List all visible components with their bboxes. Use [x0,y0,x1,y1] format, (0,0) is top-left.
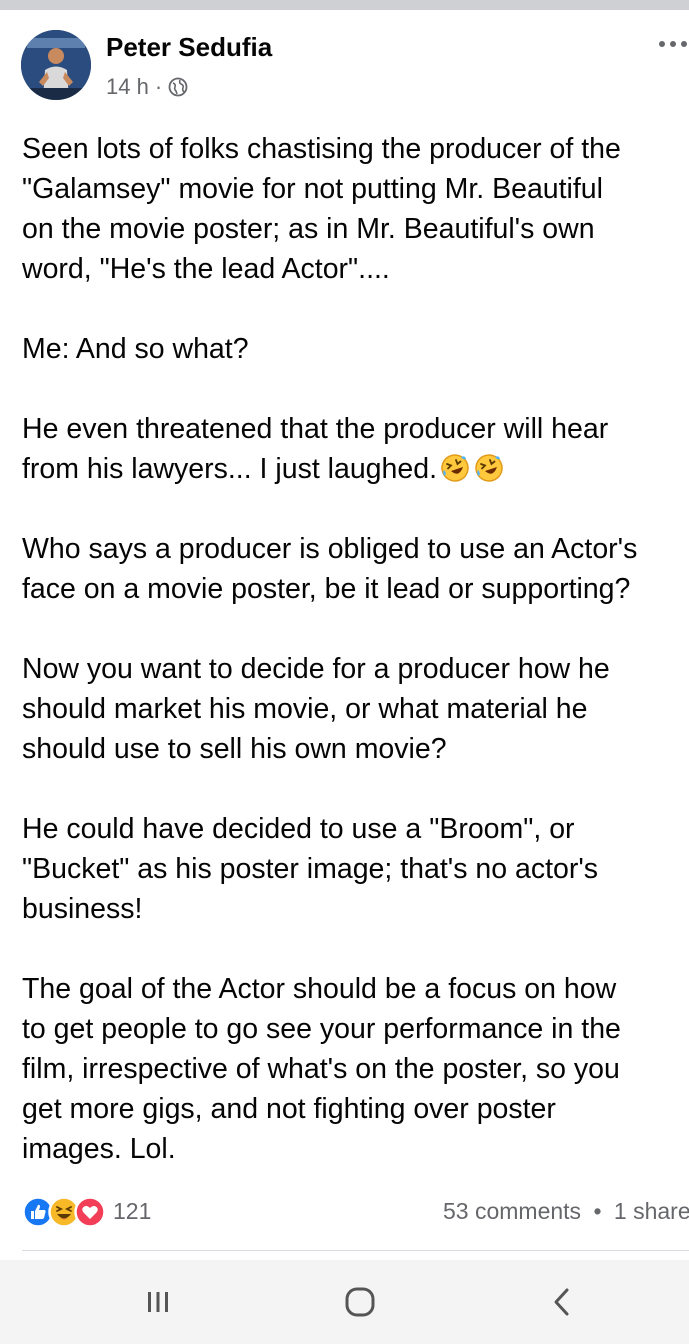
post-text-content: get more gigs, and not fighting over pos… [22,1093,556,1125]
post-text-line: Seen lots of folks chastising the produc… [22,129,689,169]
post-text-content: images. Lol. [22,1133,176,1165]
post-paragraph: Seen lots of folks chastising the produc… [22,129,689,289]
post-text-content: Who says a producer is obliged to use an… [22,533,638,565]
post-text-content: "Bucket" as his poster image; that's no … [22,853,599,885]
post-text-content: film, irrespective of what's on the post… [22,1053,620,1085]
post-text-content: Me: And so what? [22,333,249,365]
post-text-line: "Galamsey" movie for not putting Mr. Bea… [22,169,689,209]
back-icon[interactable] [542,1282,582,1322]
post-text-content: to get people to go see your performance… [22,1013,621,1045]
post-text-content: on the movie poster; as in Mr. Beautiful… [22,213,595,245]
post-text-content: from his lawyers... I just laughed. [22,453,438,485]
feed-separator [0,0,689,10]
post-text-line: He even threatened that the producer wil… [22,409,689,449]
post-text-content: word, "He's the lead Actor".... [22,253,390,285]
post-paragraph: Now you want to decide for a producer ho… [22,649,689,769]
post-text-line: on the movie poster; as in Mr. Beautiful… [22,209,689,249]
post-paragraph: He could have decided to use a "Broom", … [22,809,689,929]
post-text-line: images. Lol. [22,1129,689,1169]
post-paragraph: The goal of the Actor should be a focus … [22,969,689,1169]
post-text-content: Seen lots of folks chastising the produc… [22,133,621,165]
post-meta: 14 h · [106,74,188,100]
post-paragraph: He even threatened that the producer wil… [22,409,689,489]
post-text-line: "Bucket" as his poster image; that's no … [22,849,689,889]
more-options-icon[interactable] [647,36,689,52]
love-icon [74,1196,106,1228]
post-text-line: Now you want to decide for a producer ho… [22,649,689,689]
post-text-line: film, irrespective of what's on the post… [22,1049,689,1089]
post-text-line: He could have decided to use a "Broom", … [22,809,689,849]
post-text-line: business! [22,889,689,929]
post-text-line: Who says a producer is obliged to use an… [22,529,689,569]
post-text-content: "Galamsey" movie for not putting Mr. Bea… [22,173,603,205]
post-text-content: He even threatened that the producer wil… [22,413,609,445]
author-name[interactable]: Peter Sedufia [106,32,272,63]
stats-separator: • [593,1198,602,1224]
post-text: Seen lots of folks chastising the produc… [22,129,689,1169]
post-text-line: word, "He's the lead Actor".... [22,249,689,289]
post-text-content: face on a movie poster, be it lead or su… [22,573,631,605]
post-text-content: Now you want to decide for a producer ho… [22,653,610,685]
post-text-line: should use to sell his own movie? [22,729,689,769]
post-text-content: should market his movie, or what materia… [22,693,588,725]
post-divider [22,1250,689,1251]
post-text-line: should market his movie, or what materia… [22,689,689,729]
reactions-bar: 121 53 comments • 1 share [22,1194,689,1230]
post-text-line: from his lawyers... I just laughed. [22,449,689,489]
post-text-line: Me: And so what? [22,329,689,369]
shares-count[interactable]: 1 share [614,1198,689,1224]
post-text-line: to get people to go see your performance… [22,1009,689,1049]
meta-separator: · [154,74,163,99]
reaction-count[interactable]: 121 [113,1198,151,1225]
post-text-content: He could have decided to use a "Broom", … [22,813,575,845]
laughing-emoji-icon [473,452,505,484]
home-icon[interactable] [340,1282,380,1322]
reaction-icons[interactable] [22,1196,106,1228]
globe-icon[interactable] [168,77,188,97]
system-navigation-bar [0,1260,689,1344]
post-text-line: face on a movie poster, be it lead or su… [22,569,689,609]
comments-count[interactable]: 53 comments [443,1198,581,1224]
recent-apps-icon[interactable] [138,1282,178,1322]
post-text-line: get more gigs, and not fighting over pos… [22,1089,689,1129]
laughing-emoji-icon [439,452,471,484]
post-time[interactable]: 14 h [106,74,149,100]
post-paragraph: Who says a producer is obliged to use an… [22,529,689,609]
post-text-content: should use to sell his own movie? [22,733,447,765]
engagement-stats: 53 comments • 1 share [443,1198,689,1225]
post-text-line: The goal of the Actor should be a focus … [22,969,689,1009]
post-paragraph: Me: And so what? [22,329,689,369]
post-text-content: business! [22,893,143,925]
post-header: Peter Sedufia 14 h · [0,10,689,110]
post-text-content: The goal of the Actor should be a focus … [22,973,617,1005]
avatar[interactable] [21,30,91,100]
